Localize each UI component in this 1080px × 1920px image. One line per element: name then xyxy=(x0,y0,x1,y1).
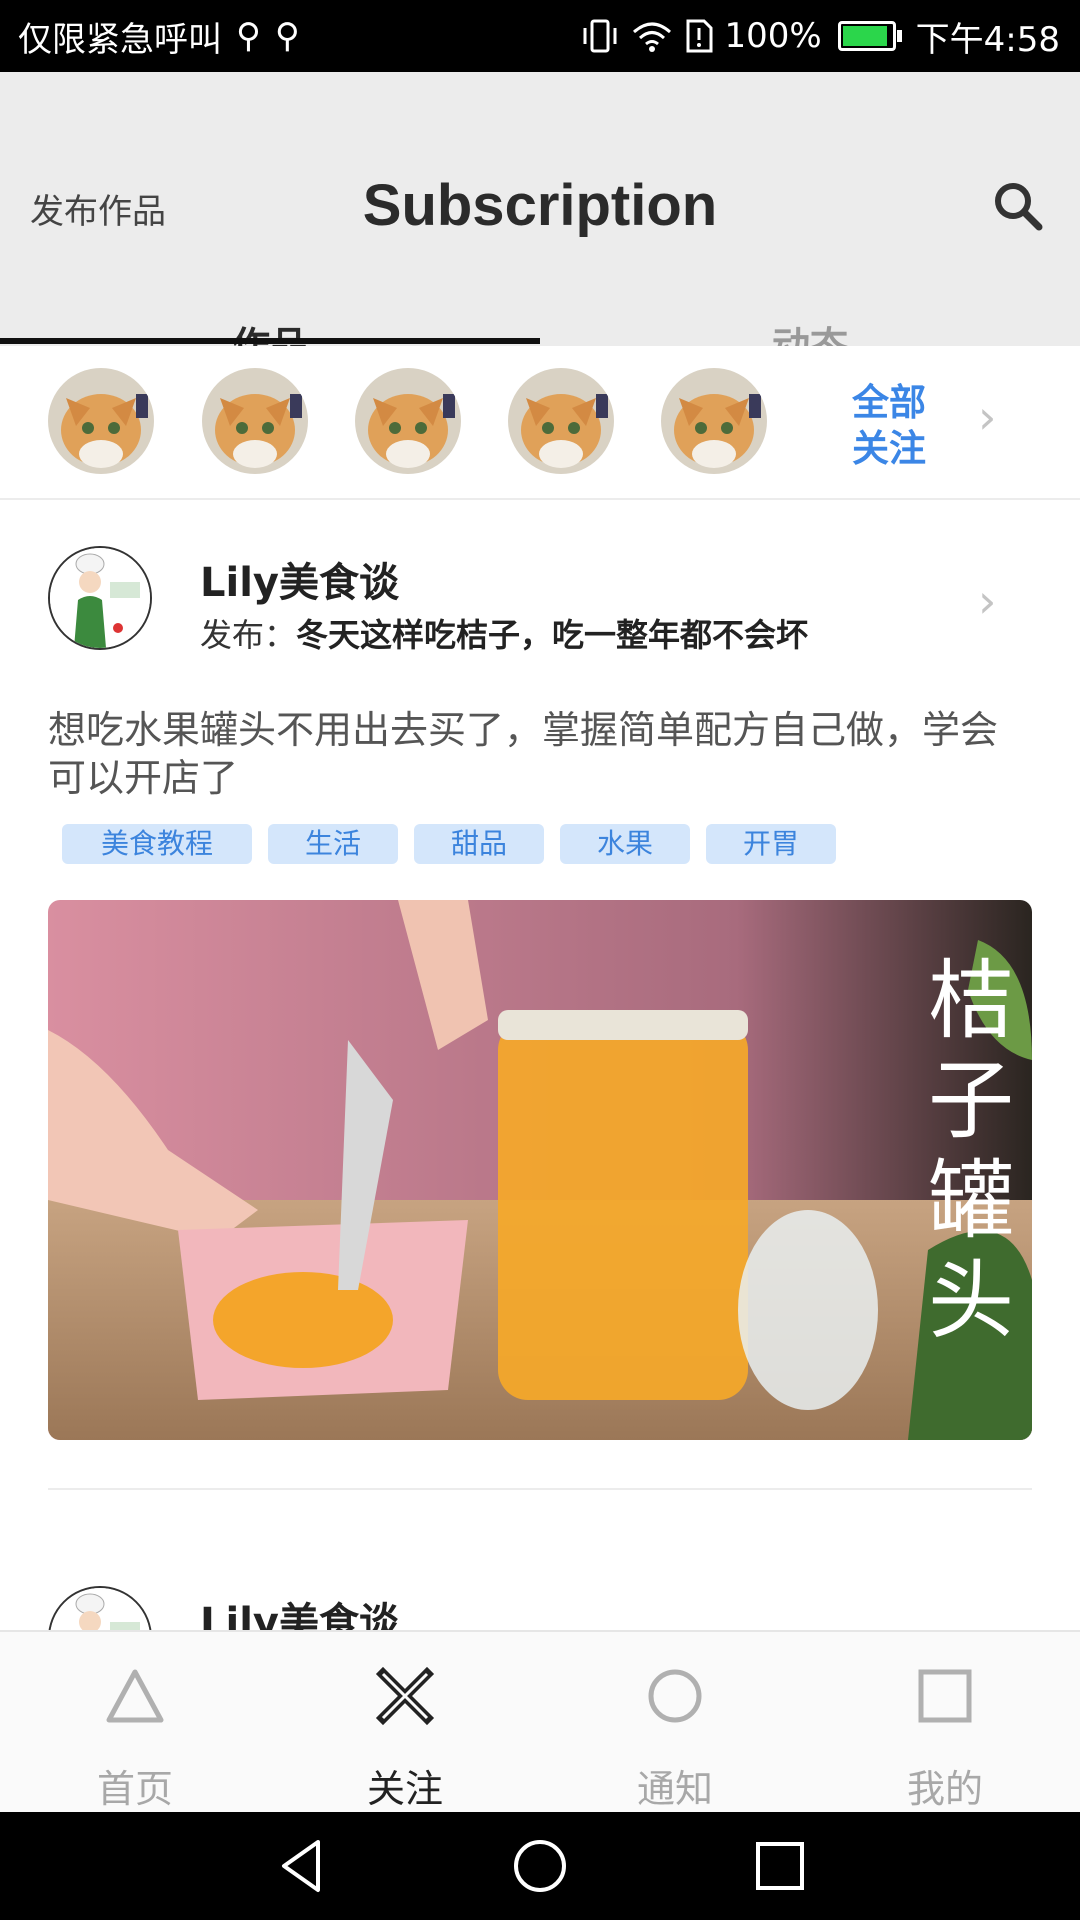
publish-prefix: 发布： xyxy=(200,616,297,654)
nav-label: 我的 xyxy=(906,1767,983,1811)
cat-avatar-icon xyxy=(48,368,154,474)
followed-avatar-3[interactable] xyxy=(355,368,461,474)
followed-avatar-4[interactable] xyxy=(508,368,614,474)
tag[interactable]: 美食教程 xyxy=(62,824,252,864)
canned-oranges-photo: 桔 子 罐 头 xyxy=(48,900,1032,1440)
triangle-icon xyxy=(106,1669,164,1723)
followed-avatar-2[interactable] xyxy=(202,368,308,474)
chef-avatar-icon xyxy=(50,548,150,648)
following-row: 全部 关注 › xyxy=(0,346,1080,500)
author-avatar[interactable] xyxy=(48,546,152,650)
cross-icon xyxy=(375,1666,435,1726)
nav-notifications[interactable]: 通知 xyxy=(540,1632,810,1814)
battery-percent: 100% xyxy=(724,16,822,56)
cat-avatar-icon xyxy=(355,368,461,474)
cat-avatar-icon xyxy=(202,368,308,474)
cat-avatar-icon xyxy=(508,368,614,474)
all-following-link[interactable]: 全部 关注 xyxy=(852,380,932,472)
publish-line[interactable]: 发布：冬天这样吃桔子，吃一整年都不会坏 xyxy=(200,610,808,656)
sim-icon xyxy=(686,19,713,53)
tag[interactable]: 水果 xyxy=(560,824,690,864)
divider xyxy=(48,1488,1032,1490)
status-bar: 仅限紧急呼叫 ⚲ ⚲ 100% 下午4:58 xyxy=(0,0,1080,72)
square-icon xyxy=(918,1669,972,1723)
nav-label: 关注 xyxy=(366,1767,443,1811)
image-caption-char: 罐 xyxy=(928,1151,1014,1251)
back-icon[interactable] xyxy=(270,1834,334,1898)
all-following-label-2: 关注 xyxy=(852,427,926,470)
header: 发布作品 Subscription 作品 动态 xyxy=(0,72,1080,368)
post-image[interactable]: 桔 子 罐 头 xyxy=(48,900,1032,1440)
nav-label: 通知 xyxy=(636,1767,713,1811)
chevron-right-icon[interactable]: › xyxy=(978,390,996,444)
carrier-text: 仅限紧急呼叫 xyxy=(18,19,222,60)
bottom-nav: 首页 关注 通知 我的 xyxy=(0,1630,1080,1814)
recents-icon[interactable] xyxy=(748,1834,812,1898)
vibrate-icon xyxy=(583,19,617,53)
home-icon[interactable] xyxy=(508,1834,572,1898)
author-name[interactable]: Lily美食谈 xyxy=(200,550,399,608)
image-caption-char: 头 xyxy=(928,1251,1014,1351)
clock: 下午4:58 xyxy=(915,19,1060,60)
battery-fill xyxy=(842,26,887,46)
chevron-right-icon[interactable]: › xyxy=(978,574,996,628)
post-description: 想吃水果罐头不用出去买了，掌握简单配方自己做，学会可以开店了 xyxy=(48,708,999,800)
followed-avatar-1[interactable] xyxy=(48,368,154,474)
circle-icon xyxy=(648,1669,702,1723)
publish-title: 冬天这样吃桔子，吃一整年都不会坏 xyxy=(296,616,809,654)
tag[interactable]: 开胃 xyxy=(706,824,836,864)
image-caption-char: 桔 xyxy=(928,951,1014,1051)
search-icon[interactable] xyxy=(992,180,1044,232)
page-title: Subscription xyxy=(362,173,718,238)
nav-home[interactable]: 首页 xyxy=(0,1632,270,1814)
nav-profile[interactable]: 我的 xyxy=(810,1632,1080,1814)
wifi-icon xyxy=(633,22,672,52)
all-following-label-1: 全部 xyxy=(852,381,926,424)
usb-icon: ⚲ xyxy=(236,16,261,56)
system-nav-bar xyxy=(0,1812,1080,1920)
tag[interactable]: 甜品 xyxy=(414,824,544,864)
tab-indicator xyxy=(0,338,540,344)
tag[interactable]: 生活 xyxy=(268,824,398,864)
nav-label: 首页 xyxy=(96,1767,173,1811)
usb-icon-2: ⚲ xyxy=(274,16,300,56)
image-caption-char: 子 xyxy=(928,1051,1014,1151)
tag-list: 美食教程 生活 甜品 水果 开胃 xyxy=(62,824,836,864)
battery-icon xyxy=(837,21,902,51)
cat-avatar-icon xyxy=(661,368,767,474)
followed-avatar-5[interactable] xyxy=(661,368,767,474)
nav-following[interactable]: 关注 xyxy=(270,1632,540,1814)
